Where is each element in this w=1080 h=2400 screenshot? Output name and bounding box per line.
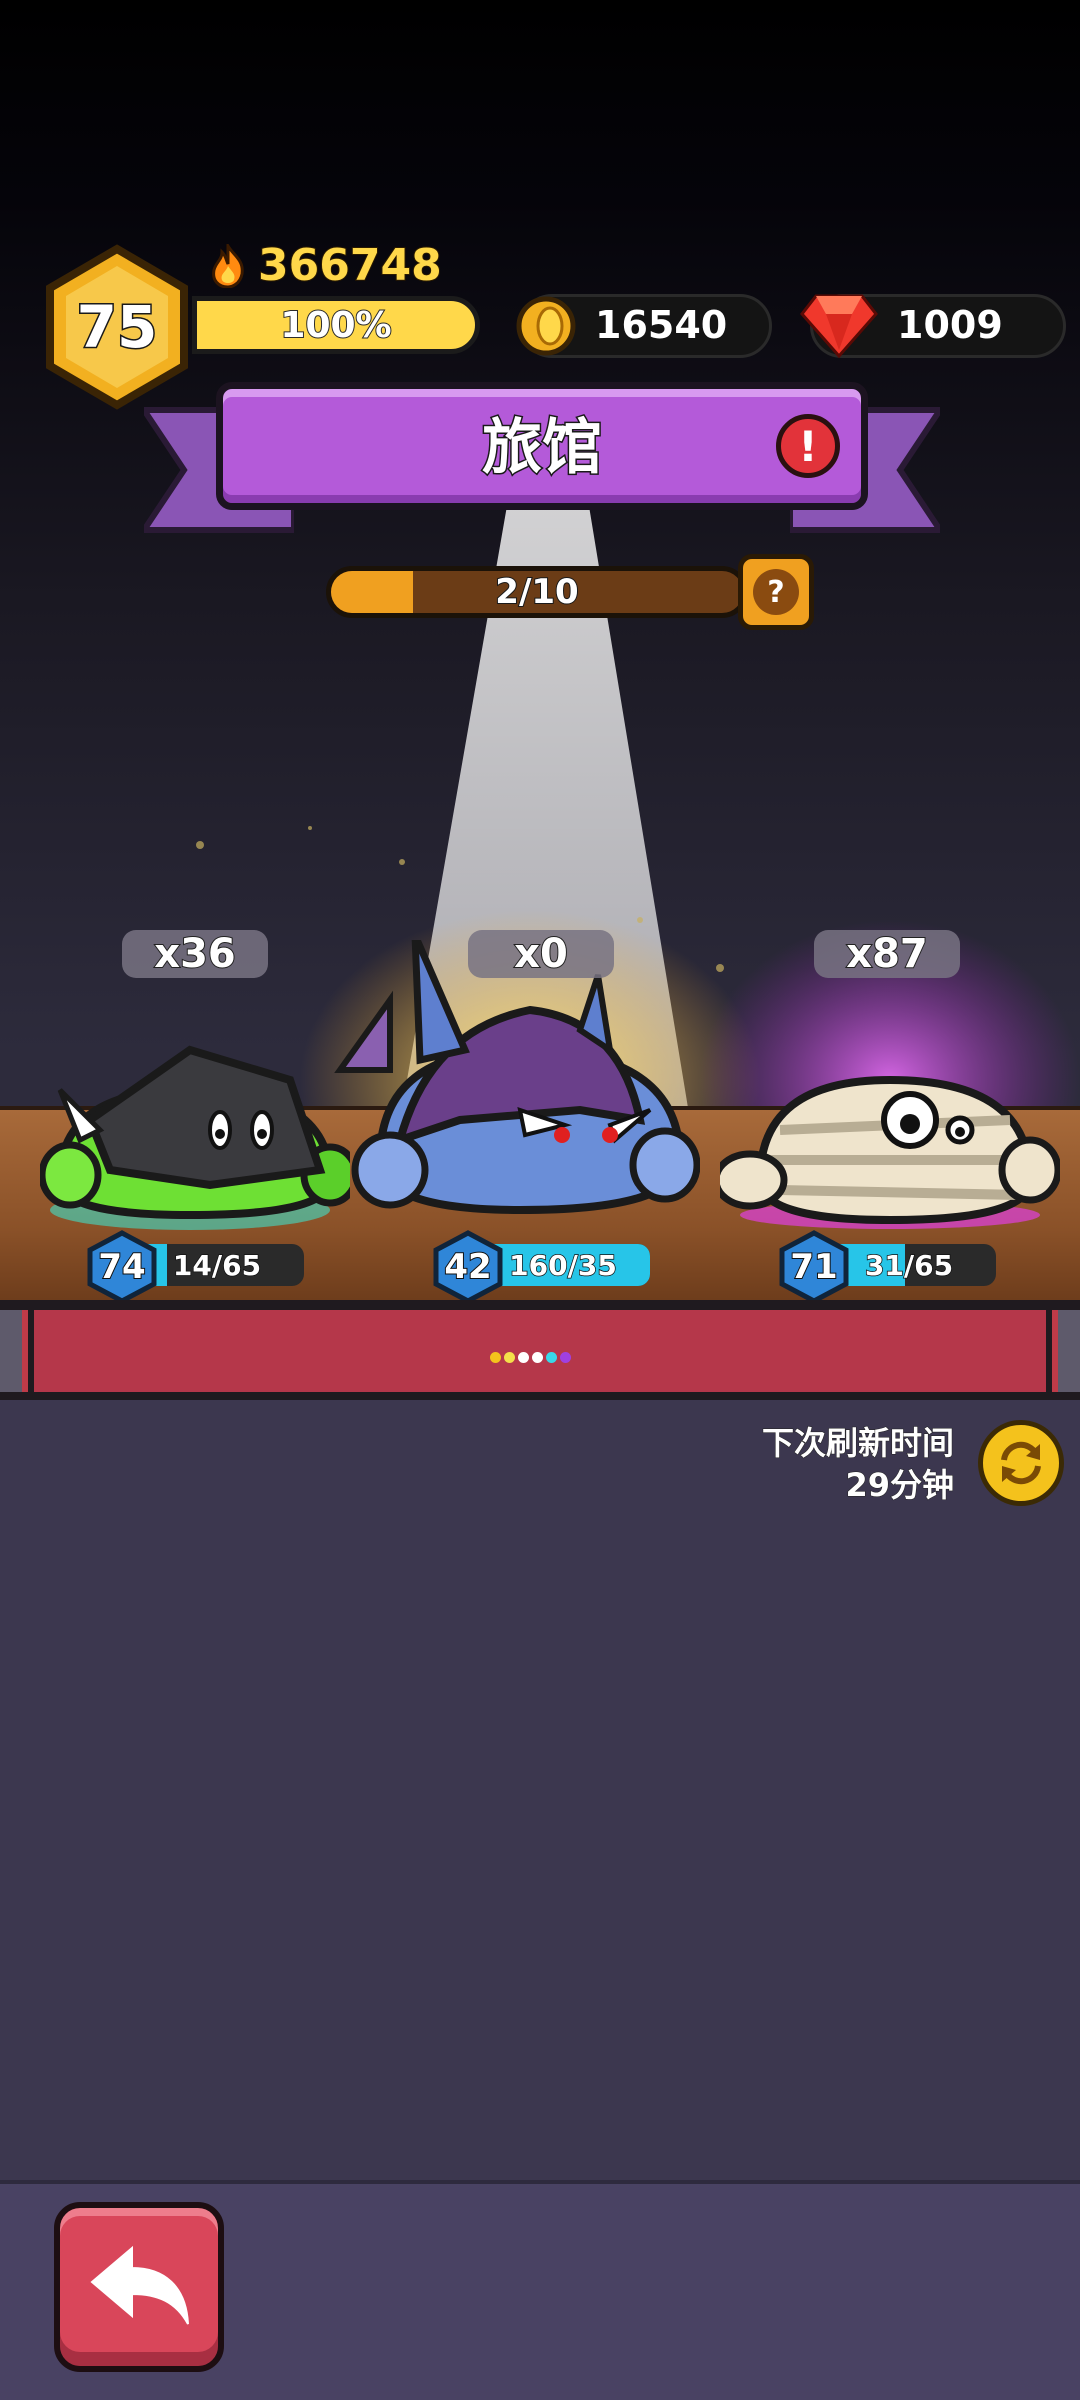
gem-value: 1009 — [897, 303, 1004, 348]
back-button[interactable] — [54, 2202, 224, 2372]
exclamation-icon[interactable]: ! — [776, 414, 840, 478]
help-button[interactable]: ? — [738, 554, 814, 630]
progress-label: 2/10 — [494, 571, 579, 613]
carousel-dot — [546, 1352, 557, 1363]
carousel-dot — [504, 1352, 515, 1363]
monster-level: 42 — [443, 1246, 492, 1288]
carousel-dots — [490, 1352, 571, 1363]
coin-value: 16540 — [594, 303, 728, 348]
carousel-dot — [490, 1352, 501, 1363]
inn-progress-bar: 2/10 — [326, 566, 748, 618]
power-display: 366748 — [208, 239, 443, 292]
carousel-dot — [560, 1352, 571, 1363]
refresh-button[interactable] — [978, 1420, 1064, 1506]
xp-percent: 100% — [279, 304, 392, 347]
page-title: 旅馆 — [481, 411, 604, 484]
main-panel — [0, 1400, 1080, 2180]
rail-cap-left — [0, 1310, 22, 1392]
xp-bar: 100% — [192, 296, 480, 354]
monster-count-badge: x87 — [814, 930, 960, 978]
refresh-timer: 下次刷新时间 29分钟 — [761, 1422, 955, 1506]
monster-count-badge: x36 — [122, 930, 268, 978]
blue-knight-slime-monster[interactable] — [280, 940, 700, 1230]
monster-level: 71 — [789, 1246, 838, 1288]
ruby-gem-icon — [800, 294, 878, 359]
rail-cap-right — [1058, 1310, 1080, 1392]
refresh-label: 下次刷新时间 — [761, 1424, 954, 1463]
flame-icon — [212, 243, 244, 288]
stage-rail — [0, 1300, 1080, 1400]
refresh-time: 29分钟 — [845, 1466, 955, 1505]
refresh-icon — [1001, 1441, 1041, 1485]
mummy-slime-monster[interactable] — [720, 1020, 1060, 1230]
power-value: 366748 — [257, 239, 443, 292]
monster-count-badge: x0 — [468, 930, 614, 978]
monster-level: 74 — [97, 1246, 146, 1288]
player-level: 75 — [75, 292, 159, 363]
carousel-dot — [532, 1352, 543, 1363]
carousel-dot — [518, 1352, 529, 1363]
question-icon: ? — [753, 569, 799, 615]
coin-icon — [516, 296, 576, 356]
rail-panel — [28, 1310, 1052, 1392]
back-arrow-icon — [90, 2245, 189, 2325]
